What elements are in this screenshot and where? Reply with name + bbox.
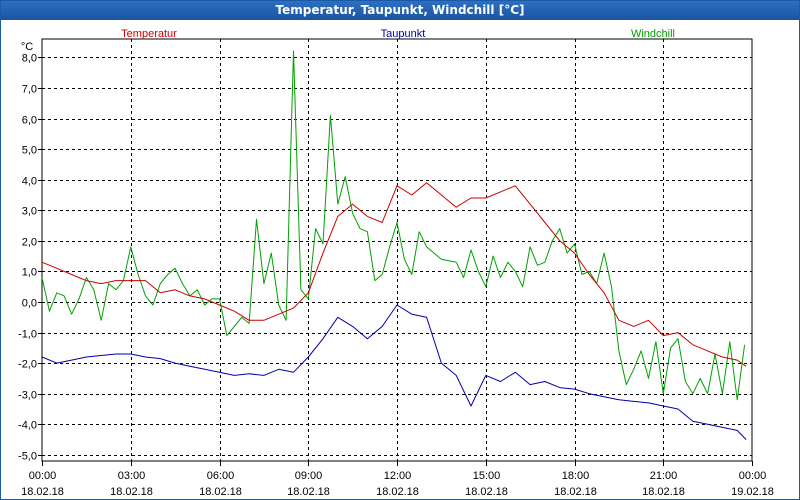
x-tick-time: 18:00 (562, 470, 590, 482)
x-tick-date: 18.02.18 (21, 486, 64, 498)
x-tick-date: 18.02.18 (110, 486, 153, 498)
y-tick-label: 8,0 (22, 53, 37, 65)
y-tick-label: 6,0 (22, 115, 37, 127)
legend-windchill: Windchill (631, 28, 675, 40)
y-tick-label: 5,0 (22, 145, 37, 157)
series-line-taupunkt (41, 304, 747, 440)
series-line-windchill (41, 50, 746, 401)
x-tick-date: 18.02.18 (287, 486, 330, 498)
x-tick-time: 15:00 (473, 470, 501, 482)
x-tick-date: 18.02.18 (554, 486, 597, 498)
line-chart: 8,0 7,0 6,0 5,0 4,0 3,0 2,0 1,0 0,0 -1,0 -2,0 -3,0 -… (18, 28, 774, 498)
x-tick-time: 06:00 (207, 470, 235, 482)
x-tick-time: 09:00 (295, 470, 323, 482)
y-tick-label: 0,0 (22, 298, 37, 310)
x-tick-time: 00:00 (29, 470, 57, 482)
y-unit-label: °C (21, 41, 33, 53)
y-tick-label: 2,0 (22, 237, 37, 249)
x-tick-date: 18.02.18 (376, 486, 419, 498)
y-tick-label: 7,0 (22, 84, 37, 96)
x-tick-time: 21:00 (650, 470, 678, 482)
x-tick-time: 00:00 (739, 470, 767, 482)
series-line-temperatur (41, 182, 747, 367)
y-tick-label: -4,0 (18, 420, 37, 432)
x-tick-time: 03:00 (118, 470, 146, 482)
y-tick-label: 4,0 (22, 176, 37, 188)
x-tick-time: 12:00 (384, 470, 412, 482)
x-tick-date: 18.02.18 (199, 486, 242, 498)
y-tick-label: 1,0 (22, 267, 37, 279)
y-tick-label: -5,0 (18, 451, 37, 463)
chart-window: Temperatur, Taupunkt, Windchill [°C] 8,0… (0, 0, 800, 500)
y-tick-label: -3,0 (18, 390, 37, 402)
y-tick-label: 3,0 (22, 206, 37, 218)
y-tick-label: -1,0 (18, 329, 37, 341)
legend-temperatur: Temperatur (121, 28, 177, 40)
x-tick-date: 19.02.18 (731, 486, 774, 498)
x-tick-date: 18.02.18 (465, 486, 508, 498)
x-tick-date: 18.02.18 (642, 486, 685, 498)
y-tick-label: -2,0 (18, 359, 37, 371)
legend-taupunkt: Taupunkt (381, 28, 426, 40)
